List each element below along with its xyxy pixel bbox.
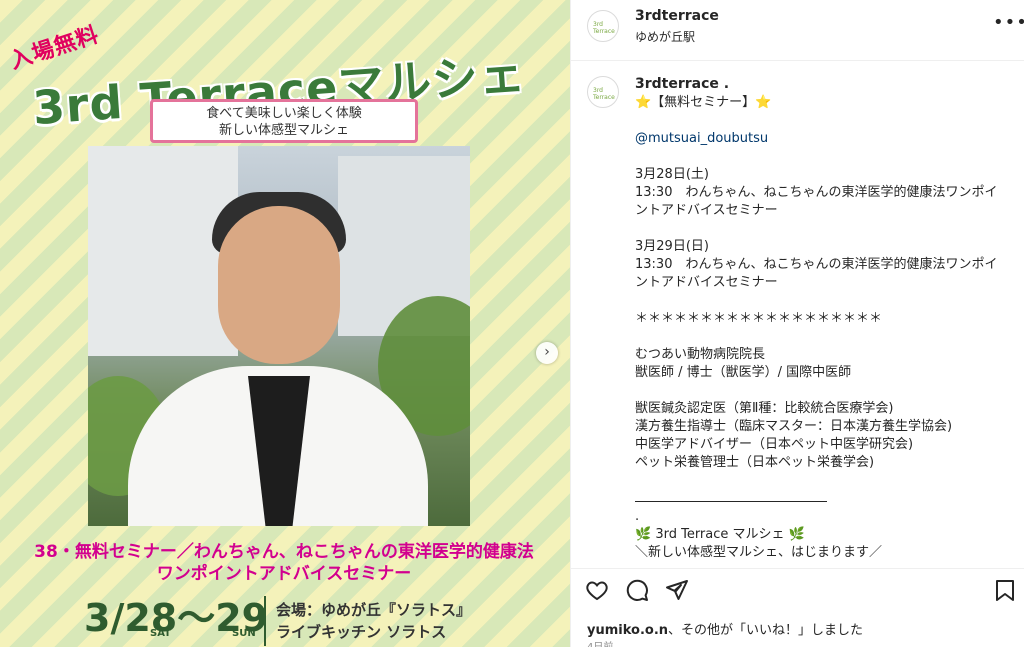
caption-rule [635,490,1007,508]
venue-info: 会場：ゆめが丘『ソラトス』 ライブキッチン ソラトス [276,599,471,643]
comment-icon[interactable] [625,578,649,602]
caption-line: 🌿 3rd Terrace マルシェ 🌿 [635,527,805,542]
header-location[interactable]: ゆめが丘駅 [635,28,695,45]
post-sidebar: 3rdTerrace 3rdterrace ゆめが丘駅 ••• 3rdTerra… [570,0,1024,647]
subtitle-line-1: 食べて美味しい楽しく体験 [206,106,362,121]
divider [264,596,266,646]
seminar-title: 38・無料セミナー／わんちゃん、ねこちゃんの東洋医学的健康法 ワンポイントアドバ… [14,541,554,585]
day-label-sat: SAT [150,628,171,639]
divider [571,568,1024,569]
post-image[interactable]: 入場無料 3rd Terraceマルシェ 食べて美味しい楽しく体験 新しい体感型… [0,0,570,647]
caption-line: ペット栄養管理士（日本ペット栄養学会) [635,455,875,470]
caption-username[interactable]: 3rdterrace . [635,76,729,92]
caption-line: ⭐️【無料セミナー】⭐️ [635,95,772,110]
caption-line: ＼新しい体感型マルシェ、はじまります／ [635,545,883,560]
free-entry-badge: 入場無料 [7,22,103,75]
caption-line [635,472,1007,490]
liker-username[interactable]: yumiko.o.n [587,623,668,638]
caption-line: むつあい動物病院院長 [635,347,766,362]
share-icon[interactable] [665,578,689,602]
header-username[interactable]: 3rdterrace [635,8,719,24]
caption-line [635,292,1007,310]
mention-link[interactable]: @mutsuai_doubutsu [635,130,1007,148]
more-options-icon[interactable]: ••• [993,12,1024,33]
caption-line: 3月29日(日) [635,239,709,254]
caption-avatar[interactable]: 3rd Terrace [587,76,619,108]
caption-text: ⭐️【無料セミナー】⭐️ @mutsuai_doubutsu 3月28日(土) … [635,94,1007,562]
event-subtitle: 食べて美味しい楽しく体験 新しい体感型マルシェ [150,99,418,143]
avatar[interactable]: 3rd Terrace [587,10,619,42]
caption-line: 漢方養生指導士（臨床マスター：日本漢方養生学協会) [635,419,953,434]
caption-line [635,328,1007,346]
seminar-line-1: 38・無料セミナー／わんちゃん、ねこちゃんの東洋医学的健康法 [34,542,534,562]
day-label-sun: SUN [232,628,256,639]
caption-line: 13:30 わんちゃん、ねこちゃんの東洋医学的健康法ワンポイントアドバイスセミナ… [635,185,998,218]
caption-line: 13:30 わんちゃん、ねこちゃんの東洋医学的健康法ワンポイントアドバイスセミナ… [635,257,998,290]
caption-line: 3月28日(土) [635,167,709,182]
subtitle-line-2: 新しい体感型マルシェ [218,123,349,138]
venue-line-1: 会場：ゆめが丘『ソラトス』 [276,601,472,619]
bookmark-icon[interactable] [995,580,1015,602]
caption-line: . [635,509,640,524]
likes-summary[interactable]: yumiko.o.n、その他が「いいね！」しました [587,619,863,638]
seminar-line-2: ワンポイントアドバイスセミナー [156,564,412,584]
post-timestamp: 4日前 [587,638,613,647]
caption-line: ＊＊＊＊＊＊＊＊＊＊＊＊＊＊＊＊＊＊＊ [635,311,883,326]
caption-line: 中医学アドバイザー（日本ペット中医学研究会) [635,437,914,452]
heart-icon[interactable] [585,578,609,602]
caption-line [635,148,1007,166]
doctor-photo [88,146,470,526]
caption-line: 獣医鍼灸認定医（第Ⅱ種：比較統合医療学会) [635,401,894,416]
caption-line [635,220,1007,238]
venue-line-2: ライブキッチン ソラトス [276,623,447,641]
action-bar [585,578,689,602]
caption-line: 獣医師 / 博士（獣医学）/ 国際中医師 [635,365,852,380]
divider [571,60,1024,61]
caption-line [635,382,1007,400]
doctor-face [218,206,340,364]
next-slide-button[interactable]: › [536,342,558,364]
caption-line [635,112,1007,130]
likes-text: 、その他が「いいね！」しました [668,623,864,638]
